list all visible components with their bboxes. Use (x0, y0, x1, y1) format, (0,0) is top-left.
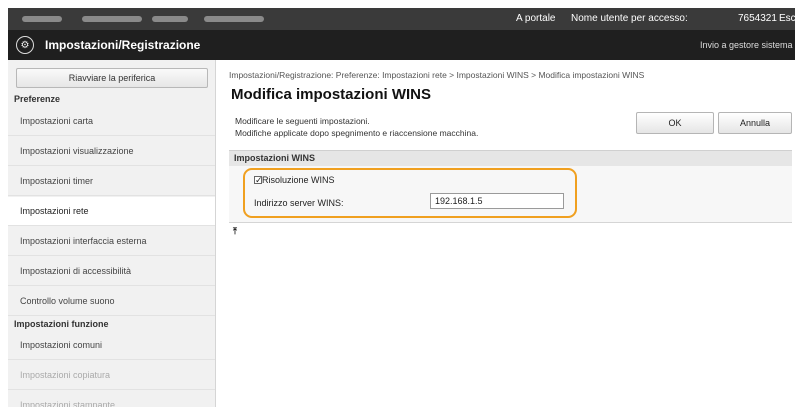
sidebar-item-accessibility[interactable]: Impostazioni di accessibilità (8, 257, 215, 286)
sidebar-item-timer-settings[interactable]: Impostazioni timer (8, 167, 215, 196)
sidebar-item-volume-control[interactable]: Controllo volume suono (8, 287, 215, 316)
sidebar-item-copy-settings[interactable]: Impostazioni copiatura (8, 361, 215, 390)
ok-button[interactable]: OK (636, 112, 714, 134)
sidebar-item-paper-settings[interactable]: Impostazioni carta (8, 107, 215, 136)
username-value: 7654321 (738, 13, 777, 24)
sidebar-item-display-settings[interactable]: Impostazioni visualizzazione (8, 137, 215, 166)
sidebar-item-common-settings[interactable]: Impostazioni comuni (8, 331, 215, 360)
highlight-outline (243, 168, 577, 218)
sidebar: Riavviare la periferica Preferenze Impos… (8, 60, 216, 407)
instruction-text: Modificare le seguenti impostazioni. (235, 116, 370, 126)
app-title: Impostazioni/Registrazione (45, 38, 201, 52)
username-label: Nome utente per accesso: (571, 13, 688, 24)
cancel-button[interactable]: Annulla (718, 112, 792, 134)
settings-registration-icon: ⚙ (16, 36, 34, 54)
blurred-device-info (22, 16, 62, 22)
send-to-admin-link[interactable]: Invio a gestore sistema (700, 40, 793, 50)
section-title: Impostazioni WINS (234, 153, 315, 163)
blurred-device-info (152, 16, 188, 22)
blurred-device-info (82, 16, 142, 22)
app-header: ⚙ Impostazioni/Registrazione Invio a ges… (8, 30, 795, 60)
instruction-note: Modifiche applicate dopo spegnimento e r… (235, 128, 479, 138)
wins-section-header: Impostazioni WINS (229, 150, 792, 167)
sidebar-item-printer-settings[interactable]: Impostazioni stampante (8, 391, 215, 407)
sidebar-item-external-interface[interactable]: Impostazioni interfaccia esterna (8, 227, 215, 256)
page-title: Modifica impostazioni WINS (231, 86, 432, 103)
logout-link[interactable]: Esc (779, 13, 796, 24)
scroll-to-top-icon[interactable]: ⤒ (233, 226, 237, 237)
sidebar-item-network-settings[interactable]: Impostazioni rete (8, 197, 215, 226)
sidebar-section-function-settings: Impostazioni funzione (14, 319, 109, 329)
blurred-device-info (204, 16, 264, 22)
portal-link[interactable]: A portale (516, 13, 555, 24)
restart-device-button[interactable]: Riavviare la periferica (16, 68, 208, 88)
sidebar-section-preferences: Preferenze (14, 94, 61, 104)
top-bar: A portale Nome utente per accesso: 76543… (8, 8, 796, 30)
breadcrumb: Impostazioni/Registrazione: Preferenze: … (229, 70, 645, 80)
